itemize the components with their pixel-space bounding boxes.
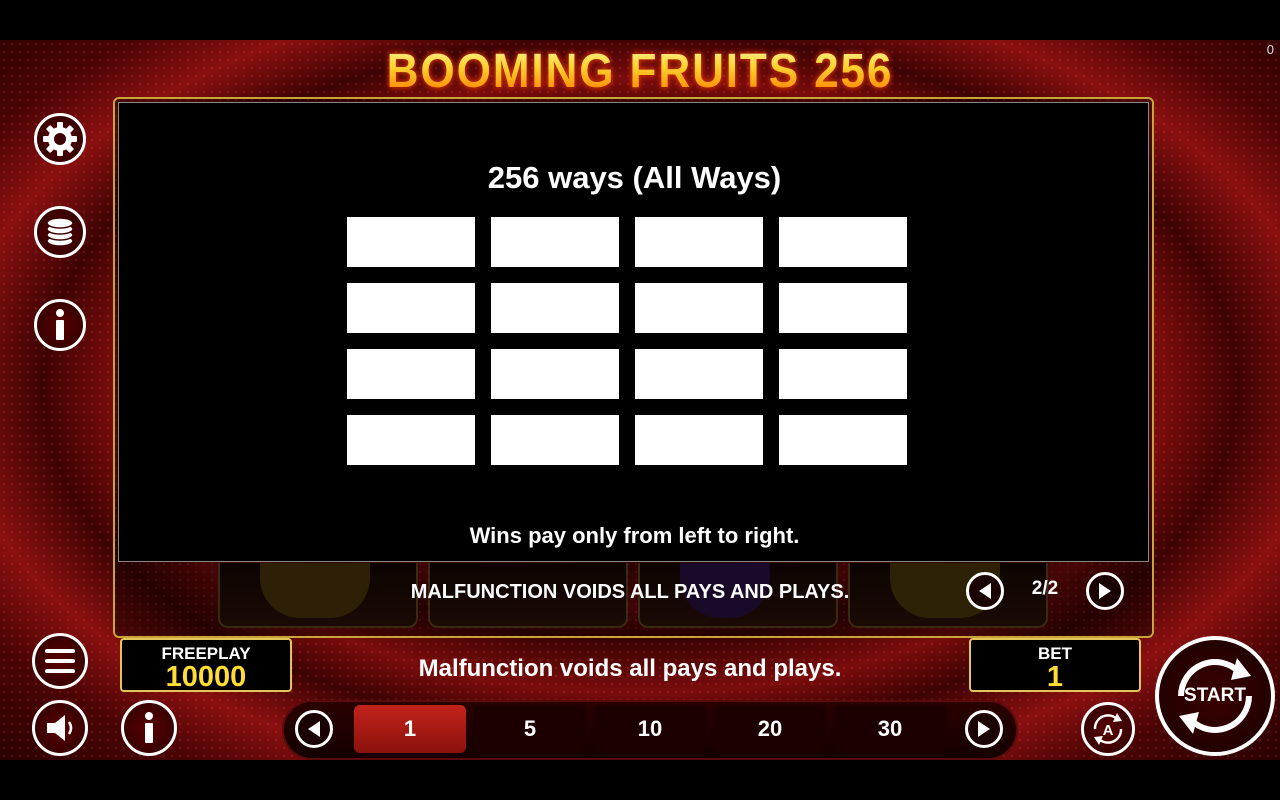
balance-label: FREEPLAY [161, 644, 251, 663]
grid-cell [491, 415, 619, 465]
arrow-right-icon [1099, 583, 1111, 599]
bet-option-1[interactable]: 1 [354, 705, 466, 753]
grid-cell [779, 283, 907, 333]
bet-increase-button[interactable] [965, 710, 1003, 748]
grid-cell [635, 217, 763, 267]
next-page-button[interactable] [1086, 572, 1124, 610]
grid-cell [635, 283, 763, 333]
balance-box: FREEPLAY 10000 [120, 638, 292, 692]
coin-stack-icon [46, 217, 74, 247]
status-message: Malfunction voids all pays and plays. [418, 655, 842, 682]
grid-cell [635, 415, 763, 465]
info-button-side[interactable] [34, 299, 86, 351]
reel-grid-diagram [347, 217, 907, 465]
bet-label: BET [1038, 644, 1072, 663]
bottom-letterbox [0, 760, 1280, 800]
arrow-left-icon [308, 721, 320, 737]
info-icon [56, 309, 64, 340]
grid-cell [347, 415, 475, 465]
start-label: START [1184, 685, 1246, 706]
speaker-icon [47, 715, 73, 741]
autoplay-button[interactable]: A [1081, 702, 1135, 756]
malfunction-notice: MALFUNCTION VOIDS ALL PAYS AND PLAYS. [410, 581, 850, 603]
bet-value: 1 [1046, 661, 1064, 693]
bet-option-5[interactable]: 5 [474, 705, 586, 753]
grid-cell [347, 283, 475, 333]
grid-cell [491, 349, 619, 399]
grid-cell [779, 415, 907, 465]
info-button-bottom[interactable] [121, 700, 177, 756]
top-letterbox [0, 0, 1280, 40]
grid-cell [347, 349, 475, 399]
svg-text:A: A [1103, 722, 1114, 739]
grid-cell [491, 217, 619, 267]
bet-option-20[interactable]: 20 [714, 705, 826, 753]
page-indicator: 2/2 [1031, 578, 1059, 599]
previous-page-button[interactable] [966, 572, 1004, 610]
settings-button[interactable] [34, 113, 86, 165]
coins-button[interactable] [34, 206, 86, 258]
grid-cell [635, 349, 763, 399]
hamburger-menu-icon [45, 649, 75, 673]
autoplay-icon: A [1093, 713, 1123, 745]
balance-value: 10000 [165, 661, 247, 693]
bet-option-10[interactable]: 10 [594, 705, 706, 753]
ways-title: 256 ways (All Ways) [487, 160, 782, 195]
bet-option-30[interactable]: 30 [834, 705, 946, 753]
arrow-right-icon [978, 721, 990, 737]
grid-cell [779, 217, 907, 267]
arrow-left-icon [979, 583, 991, 599]
game-title: BOOMING FRUITS 256 [51, 44, 1229, 99]
start-button[interactable]: START [1155, 636, 1275, 756]
corner-counter: 0 [1266, 42, 1274, 57]
bet-decrease-button[interactable] [295, 710, 333, 748]
gear-icon [43, 122, 77, 156]
sound-button[interactable] [32, 700, 88, 756]
menu-button[interactable] [32, 633, 88, 689]
rule-text: Wins pay only from left to right. [469, 523, 800, 548]
grid-cell [347, 217, 475, 267]
grid-cell [491, 283, 619, 333]
bet-box: BET 1 [969, 638, 1141, 692]
paytable-panel: 256 ways (All Ways) Wins pay only from l… [118, 102, 1149, 562]
grid-cell [779, 349, 907, 399]
info-icon [145, 712, 153, 743]
